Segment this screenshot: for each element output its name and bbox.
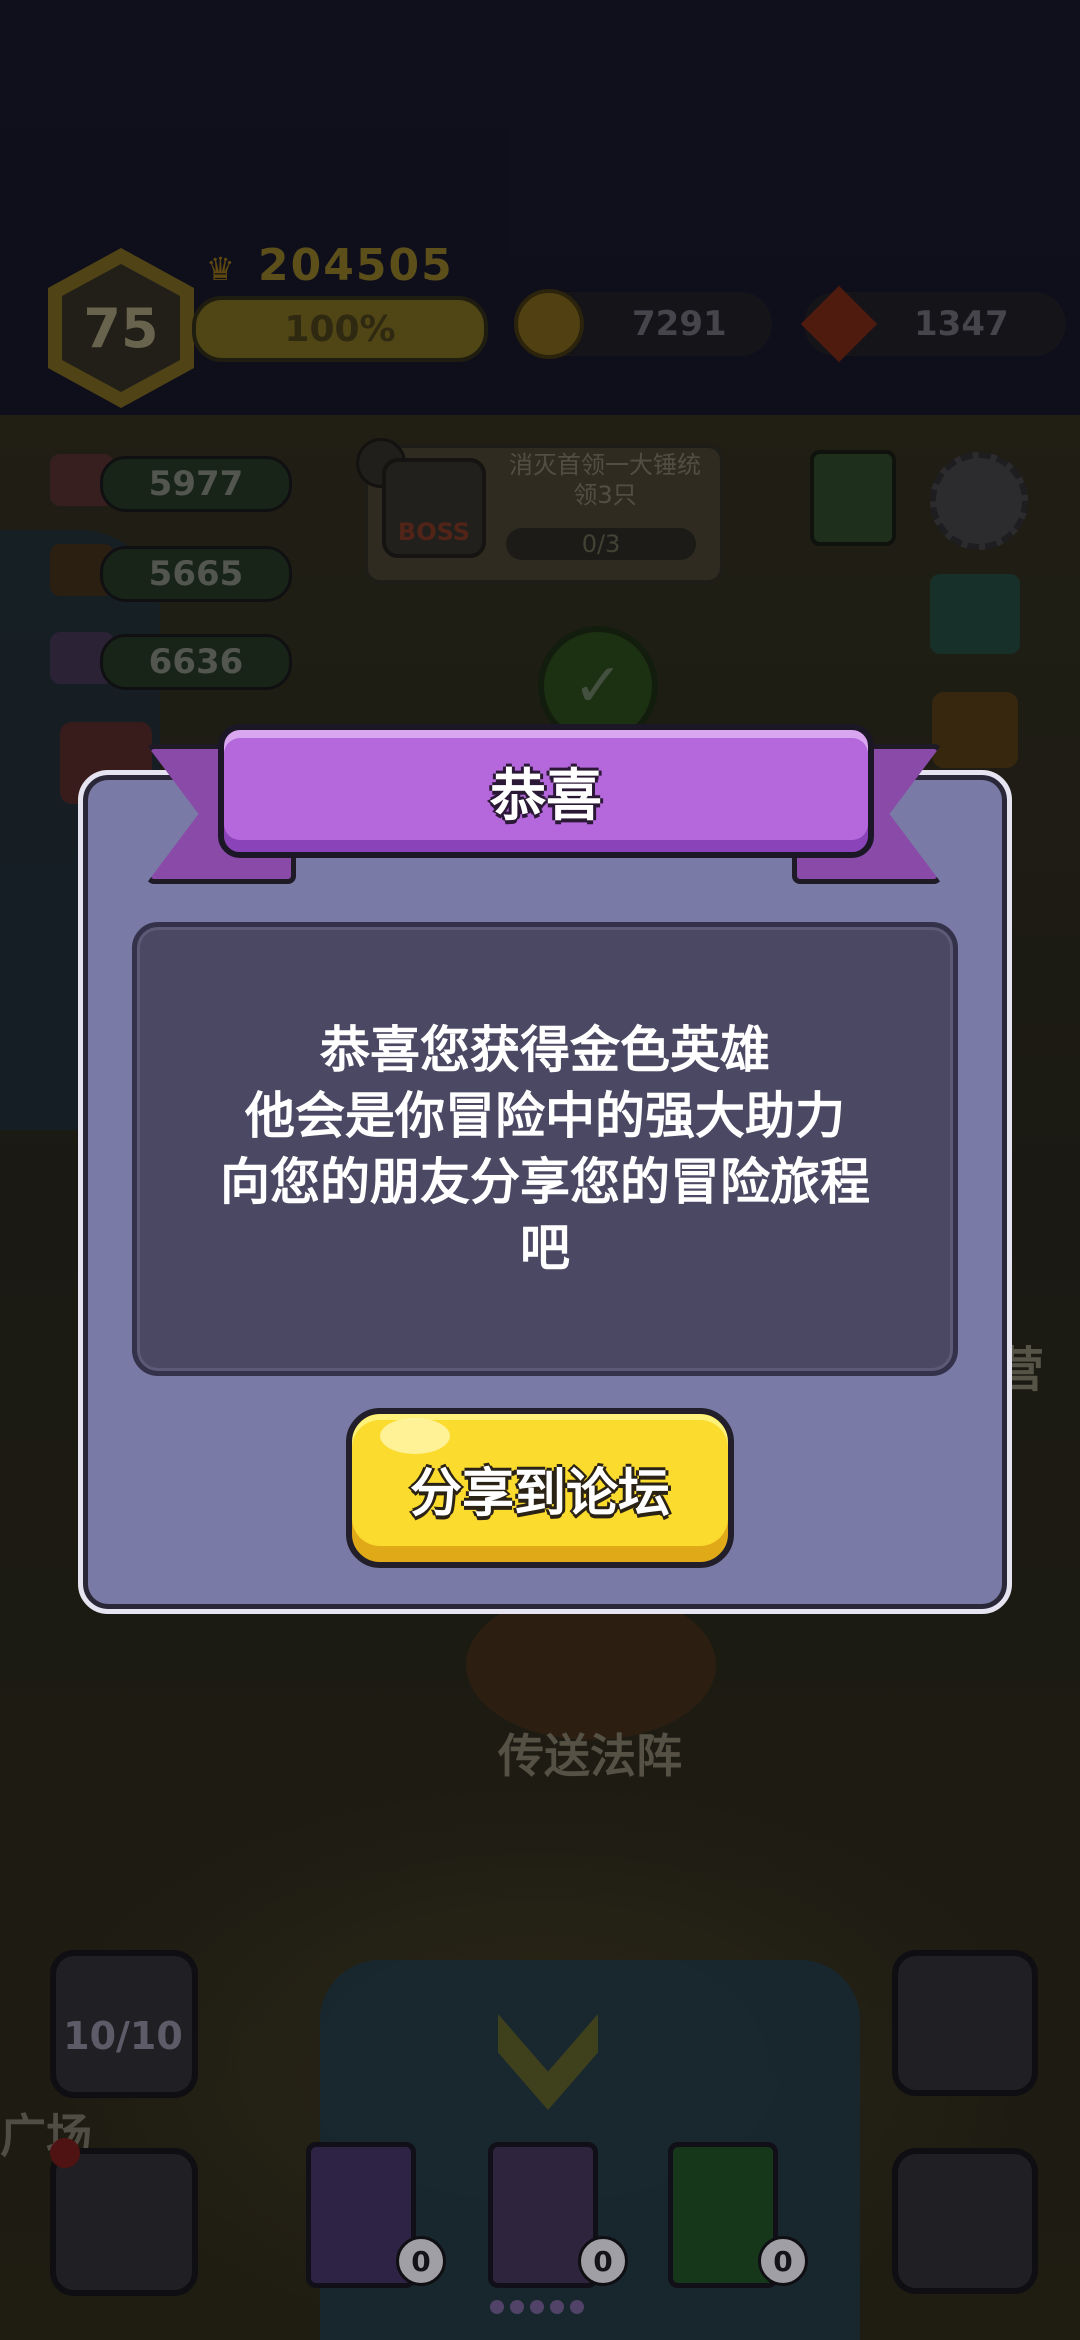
message-line: 恭喜您获得金色英雄 <box>320 1021 770 1079</box>
message-text: 恭喜您获得金色英雄 他会是你冒险中的强大助力 向您的朋友分享您的冒险旅程 吧 <box>220 1017 870 1281</box>
dialog-title: 恭喜 <box>218 724 874 858</box>
message-line: 向您的朋友分享您的冒险旅程 <box>220 1153 870 1211</box>
button-shine <box>380 1418 450 1454</box>
message-line: 吧 <box>520 1219 570 1277</box>
message-line: 他会是你冒险中的强大助力 <box>245 1087 845 1145</box>
message-box: 恭喜您获得金色英雄 他会是你冒险中的强大助力 向您的朋友分享您的冒险旅程 吧 <box>132 922 958 1376</box>
